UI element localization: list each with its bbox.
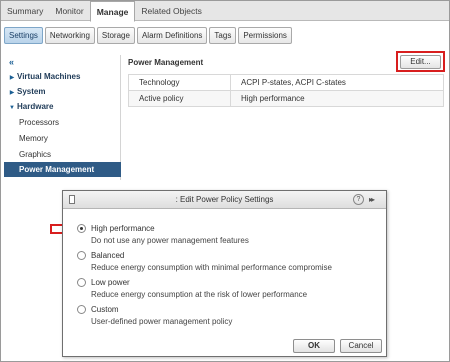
sub-tab-bar: Settings Networking Storage Alarm Defini… (4, 27, 292, 44)
nav-item-processors[interactable]: Processors (4, 115, 121, 130)
nav-item-label: System (17, 87, 46, 96)
property-value: High performance (230, 90, 444, 107)
subtab-networking[interactable]: Networking (44, 27, 95, 44)
nav-item-graphics[interactable]: Graphics (4, 147, 121, 162)
property-key: Technology (128, 74, 231, 91)
nav-item-label: Hardware (17, 102, 54, 111)
option-description: Do not use any power management features (91, 236, 249, 245)
edit-power-policy-dialog: : Edit Power Policy Settings ? ▸▸ High p… (62, 190, 387, 357)
edit-button[interactable]: Edit... (400, 55, 441, 69)
collapse-arrow-icon[interactable]: ▼ (7, 101, 17, 116)
option-description: Reduce energy consumption with minimal p… (91, 263, 332, 272)
subtab-tags[interactable]: Tags (209, 27, 237, 44)
option-label[interactable]: Custom (91, 304, 119, 315)
option-description: User-defined power management policy (91, 317, 233, 326)
tab-summary[interactable]: Summary (1, 1, 49, 21)
settings-nav: « ▶ Virtual Machines ▶ System ▼ Hardware Pr… (4, 55, 121, 180)
radio-low-power[interactable] (77, 278, 86, 287)
top-tab-bar: Summary Monitor Manage Related Objects (1, 1, 449, 22)
help-icon[interactable]: ? (353, 194, 364, 205)
radio-custom[interactable] (77, 305, 86, 314)
radio-high-performance[interactable] (77, 224, 86, 233)
subtab-storage[interactable]: Storage (96, 27, 135, 44)
subtab-permissions[interactable]: Permissions (238, 27, 292, 44)
option-label[interactable]: Low power (91, 277, 130, 288)
option-label[interactable]: High performance (91, 223, 155, 234)
expand-icon[interactable]: ▸▸ (369, 193, 375, 207)
option-label[interactable]: Balanced (91, 250, 124, 261)
nav-item-virtual-machines[interactable]: ▶ Virtual Machines (4, 69, 121, 84)
nav-item-label: Virtual Machines (17, 72, 81, 81)
property-value: ACPI P-states, ACPI C-states (230, 74, 444, 91)
nav-item-memory[interactable]: Memory (4, 131, 121, 146)
property-key: Active policy (128, 90, 231, 107)
tab-monitor[interactable]: Monitor (49, 1, 89, 21)
radio-balanced[interactable] (77, 251, 86, 260)
nav-item-power-management[interactable]: Power Management (4, 162, 121, 177)
dialog-title-bar[interactable]: : Edit Power Policy Settings ? ▸▸ (63, 191, 386, 209)
cancel-button[interactable]: Cancel (340, 339, 382, 353)
properties-table: Technology ACPI P-states, ACPI C-states … (128, 74, 444, 107)
dialog-title: : Edit Power Policy Settings (175, 195, 274, 204)
collapse-nav-icon[interactable]: « (9, 57, 14, 67)
tab-manage[interactable]: Manage (89, 1, 136, 22)
ok-button[interactable]: OK (293, 339, 335, 353)
nav-item-hardware[interactable]: ▼ Hardware (4, 99, 121, 114)
panel-title: Power Management (128, 58, 204, 67)
table-row: Technology ACPI P-states, ACPI C-states (128, 74, 444, 91)
subtab-alarm-definitions[interactable]: Alarm Definitions (136, 27, 208, 44)
subtab-settings[interactable]: Settings (4, 27, 43, 44)
nav-item-system[interactable]: ▶ System (4, 84, 121, 99)
table-row: Active policy High performance (128, 90, 444, 107)
tab-related-objects[interactable]: Related Objects (135, 1, 207, 21)
option-description: Reduce energy consumption at the risk of… (91, 290, 308, 299)
